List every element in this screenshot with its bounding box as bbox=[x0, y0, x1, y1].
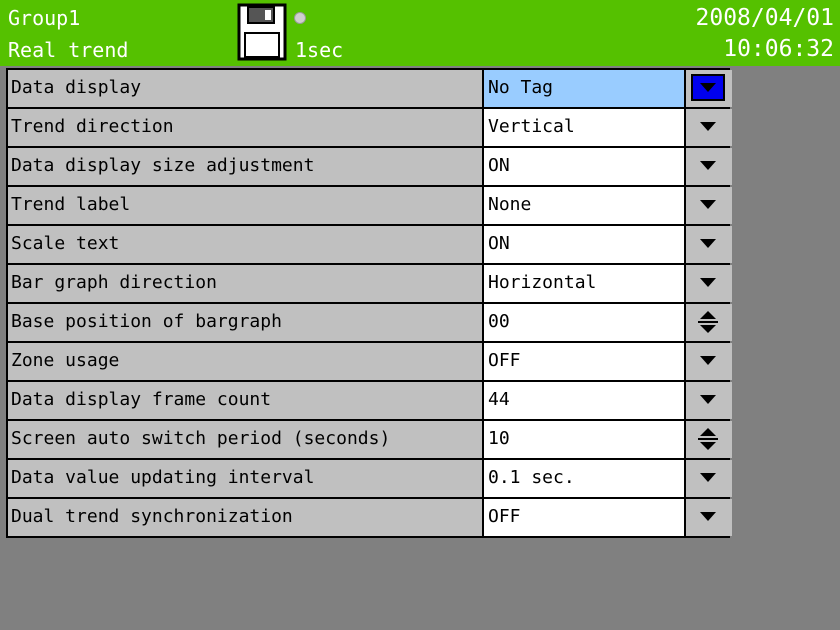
status-led-icon bbox=[294, 12, 306, 24]
dropdown-button-data-value-updating-interval[interactable] bbox=[686, 460, 732, 497]
up-down-arrow-icon bbox=[691, 308, 725, 335]
chevron-down-icon bbox=[691, 152, 725, 179]
date-display: 2008/04/01 bbox=[695, 5, 834, 31]
dropdown-button-data-display-frame-count[interactable] bbox=[686, 382, 732, 419]
setting-value-trend-label[interactable]: None bbox=[484, 187, 684, 224]
chevron-down-icon bbox=[691, 386, 725, 413]
setting-label-data-display-frame-count: Data display frame count bbox=[8, 382, 482, 419]
setting-value-data-display-frame-count[interactable]: 44 bbox=[484, 382, 684, 419]
setting-value-dual-trend-synchronization[interactable]: OFF bbox=[484, 499, 684, 536]
dropdown-button-trend-direction[interactable] bbox=[686, 109, 732, 146]
setting-label-trend-label: Trend label bbox=[8, 187, 482, 224]
chevron-down-icon bbox=[691, 191, 725, 218]
status-header: Group1 Real trend 1sec 2008/04/01 10:06:… bbox=[0, 0, 840, 66]
spinner-button-screen-auto-switch-period-seconds[interactable] bbox=[686, 421, 732, 458]
spinner-button-base-position-of-bargraph[interactable] bbox=[686, 304, 732, 341]
setting-label-data-display: Data display bbox=[8, 70, 482, 107]
setting-label-scale-text: Scale text bbox=[8, 226, 482, 263]
chevron-down-icon bbox=[691, 113, 725, 140]
setting-value-trend-direction[interactable]: Vertical bbox=[484, 109, 684, 146]
chevron-down-icon bbox=[691, 464, 725, 491]
setting-label-data-value-updating-interval: Data value updating interval bbox=[8, 460, 482, 497]
setting-label-trend-direction: Trend direction bbox=[8, 109, 482, 146]
setting-value-bar-graph-direction[interactable]: Horizontal bbox=[484, 265, 684, 302]
setting-value-screen-auto-switch-period-seconds[interactable]: 10 bbox=[484, 421, 684, 458]
setting-value-data-display[interactable]: No Tag bbox=[484, 70, 684, 107]
setting-value-data-display-size-adjustment[interactable]: ON bbox=[484, 148, 684, 185]
chevron-down-icon bbox=[691, 74, 725, 101]
chevron-down-icon bbox=[691, 269, 725, 296]
dropdown-button-data-display-size-adjustment[interactable] bbox=[686, 148, 732, 185]
setting-label-zone-usage: Zone usage bbox=[8, 343, 482, 380]
up-down-arrow-icon bbox=[691, 425, 725, 452]
setting-label-bar-graph-direction: Bar graph direction bbox=[8, 265, 482, 302]
chevron-down-icon bbox=[691, 347, 725, 374]
setting-label-screen-auto-switch-period-seconds: Screen auto switch period (seconds) bbox=[8, 421, 482, 458]
dropdown-button-scale-text[interactable] bbox=[686, 226, 732, 263]
dropdown-button-trend-label[interactable] bbox=[686, 187, 732, 224]
setting-label-base-position-of-bargraph: Base position of bargraph bbox=[8, 304, 482, 341]
setting-label-dual-trend-synchronization: Dual trend synchronization bbox=[8, 499, 482, 536]
dropdown-button-data-display[interactable] bbox=[686, 70, 732, 107]
dropdown-button-dual-trend-synchronization[interactable] bbox=[686, 499, 732, 536]
dropdown-button-bar-graph-direction[interactable] bbox=[686, 265, 732, 302]
group-name: Group1 bbox=[8, 6, 81, 30]
chevron-down-icon bbox=[691, 230, 725, 257]
chevron-down-icon bbox=[691, 503, 725, 530]
sampling-interval: 1sec bbox=[295, 38, 344, 62]
floppy-disk-icon bbox=[237, 3, 287, 61]
dropdown-button-zone-usage[interactable] bbox=[686, 343, 732, 380]
time-display: 10:06:32 bbox=[723, 36, 834, 62]
setting-value-data-value-updating-interval[interactable]: 0.1 sec. bbox=[484, 460, 684, 497]
setting-value-scale-text[interactable]: ON bbox=[484, 226, 684, 263]
settings-table: Data display No Tag Trend direction Vertica… bbox=[6, 68, 732, 538]
setting-value-base-position-of-bargraph[interactable]: 00 bbox=[484, 304, 684, 341]
setting-value-zone-usage[interactable]: OFF bbox=[484, 343, 684, 380]
setting-label-data-display-size-adjustment: Data display size adjustment bbox=[8, 148, 482, 185]
screen-name: Real trend bbox=[8, 38, 129, 62]
